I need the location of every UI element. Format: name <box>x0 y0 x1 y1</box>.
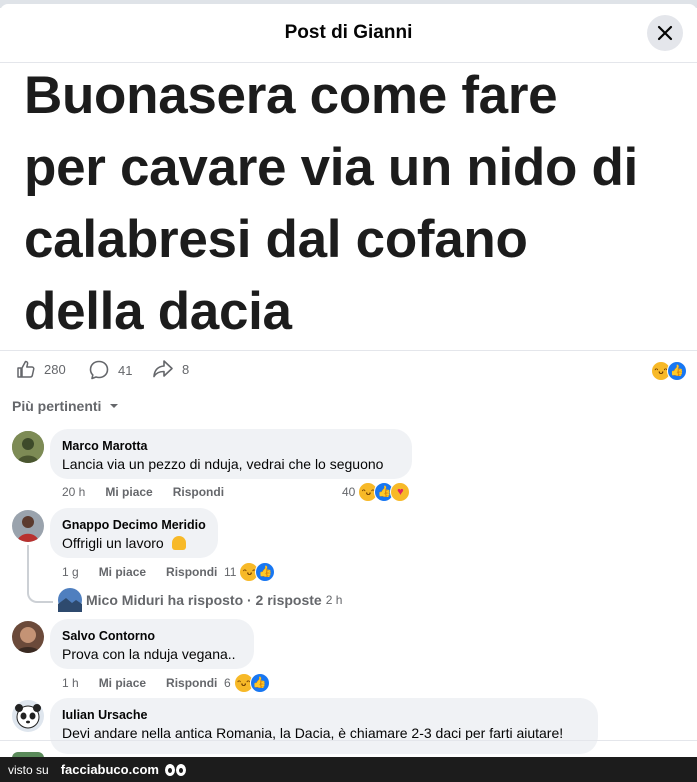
comment-icon <box>89 360 109 380</box>
close-icon <box>657 25 673 41</box>
comment-reactions[interactable]: 6 ᵔᴗᵔ 👍 <box>224 673 270 693</box>
comment-text-content: Offrigli un lavoro <box>62 535 164 551</box>
comment-time[interactable]: 1 h <box>62 676 79 690</box>
comment-count: 41 <box>118 362 133 378</box>
comment-meta: 20 h Mi piace Rispondi <box>62 485 244 499</box>
post-actions-bar: 280 41 8 ᵔᴗᵔ 👍 <box>0 355 697 387</box>
care-reaction-icon: ♥ <box>390 482 411 502</box>
share-icon <box>153 360 173 378</box>
post-line: calabresi dal cofano <box>24 210 528 269</box>
comment-meta: 1 h Mi piace Rispondi <box>62 676 237 690</box>
reaction-count: 6 <box>224 676 231 690</box>
thread-connector <box>27 591 53 603</box>
comment-bubble: Iulian Ursache Devi andare nella antica … <box>50 698 598 754</box>
sort-label: Più pertinenti <box>12 398 102 414</box>
replies-time: 2 h <box>325 593 343 607</box>
post-reactions[interactable]: ᵔᴗᵔ 👍 <box>651 361 687 381</box>
comment-like-button[interactable]: Mi piace <box>105 485 152 499</box>
comment-text: Lancia via un pezzo di nduja, vedrai che… <box>62 456 384 472</box>
comment-reply-button[interactable]: Rispondi <box>166 676 217 690</box>
thread-line <box>27 545 29 593</box>
composer-divider <box>0 740 697 741</box>
eyes-logo-icon <box>164 763 187 776</box>
comment-like-button[interactable]: Mi piace <box>99 676 146 690</box>
divider <box>0 350 697 351</box>
comment-text: Prova con la nduja vegana.. <box>62 646 236 662</box>
post-line: per cavare via un nido di <box>24 138 638 197</box>
comment-like-button[interactable]: Mi piace <box>99 565 146 579</box>
avatar-photo <box>12 431 44 463</box>
avatar[interactable] <box>12 621 44 653</box>
person-shrugging-icon <box>171 536 186 550</box>
comment-author[interactable]: Salvo Contorno <box>62 629 242 643</box>
comment-reply-button[interactable]: Rispondi <box>166 565 217 579</box>
post-line: della dacia <box>24 282 292 341</box>
panda-avatar-icon <box>12 700 44 732</box>
reaction-count: 11 <box>224 565 237 579</box>
avatar-photo <box>12 510 44 542</box>
avatar[interactable] <box>12 700 44 732</box>
comment-bubble: Gnappo Decimo Meridio Offrigli un lavoro <box>50 508 218 558</box>
post-text: Buonasera come fare per cavare via un ni… <box>24 60 684 348</box>
watermark-prefix: visto su <box>8 762 49 777</box>
share-button[interactable]: 8 <box>152 359 189 379</box>
comment-meta: 1 g Mi piace Rispondi <box>62 565 237 579</box>
comment-text: Offrigli un lavoro <box>62 535 206 551</box>
dialog-header: Post di Gianni <box>0 4 697 63</box>
watermark-footer: visto su facciabuco.com <box>0 757 697 782</box>
caret-down-icon <box>110 404 119 408</box>
comment-bubble: Salvo Contorno Prova con la nduja vegana… <box>50 619 254 669</box>
like-reaction-icon: 👍 <box>667 361 687 381</box>
like-button[interactable]: 280 <box>16 359 66 379</box>
comment-button[interactable]: 41 <box>88 359 132 381</box>
thumbs-up-icon <box>17 360 35 378</box>
comment-text: Devi andare nella antica Romania, la Dac… <box>62 725 564 741</box>
dialog-title: Post di Gianni <box>284 22 413 43</box>
reaction-count: 40 <box>342 485 356 499</box>
comment-reactions[interactable]: 11 ᵔᴗᵔ 👍 <box>224 562 276 582</box>
like-count: 280 <box>44 361 66 377</box>
comment-author[interactable]: Iulian Ursache <box>62 708 586 722</box>
avatar[interactable] <box>12 431 44 463</box>
comment-author[interactable]: Gnappo Decimo Meridio <box>62 518 206 532</box>
watermark-brand[interactable]: facciabuco.com <box>61 762 159 777</box>
comment-sort-dropdown[interactable]: Più pertinenti <box>12 398 121 414</box>
comment-time[interactable]: 1 g <box>62 565 79 579</box>
comment-reply-button[interactable]: Rispondi <box>173 485 224 499</box>
like-reaction-icon: 👍 <box>249 673 270 693</box>
comment-bubble: Marco Marotta Lancia via un pezzo di ndu… <box>50 429 412 479</box>
close-button[interactable] <box>647 15 683 51</box>
comment-author[interactable]: Marco Marotta <box>62 439 400 453</box>
avatar[interactable] <box>12 510 44 542</box>
replies-link[interactable]: Mico Miduri ha risposto · 2 risposte 2 h <box>58 588 342 612</box>
like-reaction-icon: 👍 <box>255 562 276 582</box>
comment-time[interactable]: 20 h <box>62 485 85 499</box>
share-count: 8 <box>182 361 190 377</box>
post-line: Buonasera come fare <box>24 66 558 125</box>
comment-reactions[interactable]: 40 ᵔᴗᵔ 👍 ♥ <box>342 482 411 502</box>
replies-summary: Mico Miduri ha risposto · 2 risposte <box>86 592 322 608</box>
avatar <box>58 588 82 612</box>
avatar-photo <box>12 621 44 653</box>
